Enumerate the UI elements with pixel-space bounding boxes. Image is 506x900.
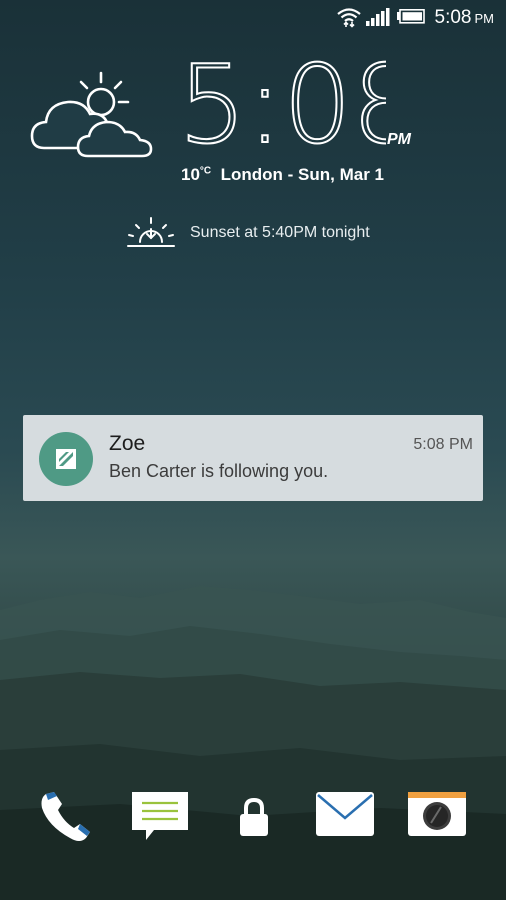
lock-icon[interactable] (224, 786, 284, 846)
status-bar: 5:08 PM (0, 0, 506, 36)
notification-title: Zoe (109, 432, 146, 455)
zoe-app-icon (39, 432, 93, 486)
clock-ampm: PM (387, 131, 411, 148)
phone-icon[interactable] (36, 786, 96, 846)
wallpaper-mountains (0, 586, 506, 900)
partly-cloudy-icon[interactable] (30, 70, 154, 160)
weather-summary[interactable]: 10°C London - Sun, Mar 1 (181, 165, 384, 185)
notification-card[interactable]: Zoe 5:08 PM Ben Carter is following you. (23, 415, 483, 501)
sunset-row: Sunset at 5:40PM tonight (126, 216, 396, 250)
sunset-icon (127, 217, 175, 247)
signal-icon (366, 8, 390, 26)
camera-icon[interactable] (407, 786, 467, 846)
lockscreen-clock[interactable]: 5:08 (178, 56, 386, 148)
wifi-icon (337, 8, 361, 28)
status-time-ampm: PM (474, 11, 495, 26)
location-date: London - Sun, Mar 1 (220, 165, 384, 184)
battery-icon (397, 9, 425, 24)
temperature: 10 (181, 165, 200, 184)
status-time: 5:08 PM (435, 7, 494, 29)
temperature-unit: °C (199, 165, 212, 177)
mail-icon[interactable] (315, 786, 375, 846)
notification-body: Ben Carter is following you. (109, 461, 329, 481)
sunset-text: Sunset at 5:40PM tonight (190, 224, 370, 241)
messages-icon[interactable] (130, 786, 190, 846)
notification-time: 5:08 PM (413, 436, 473, 453)
clock-time: 5:08 (178, 56, 386, 148)
status-time-value: 5:08 (434, 7, 472, 28)
